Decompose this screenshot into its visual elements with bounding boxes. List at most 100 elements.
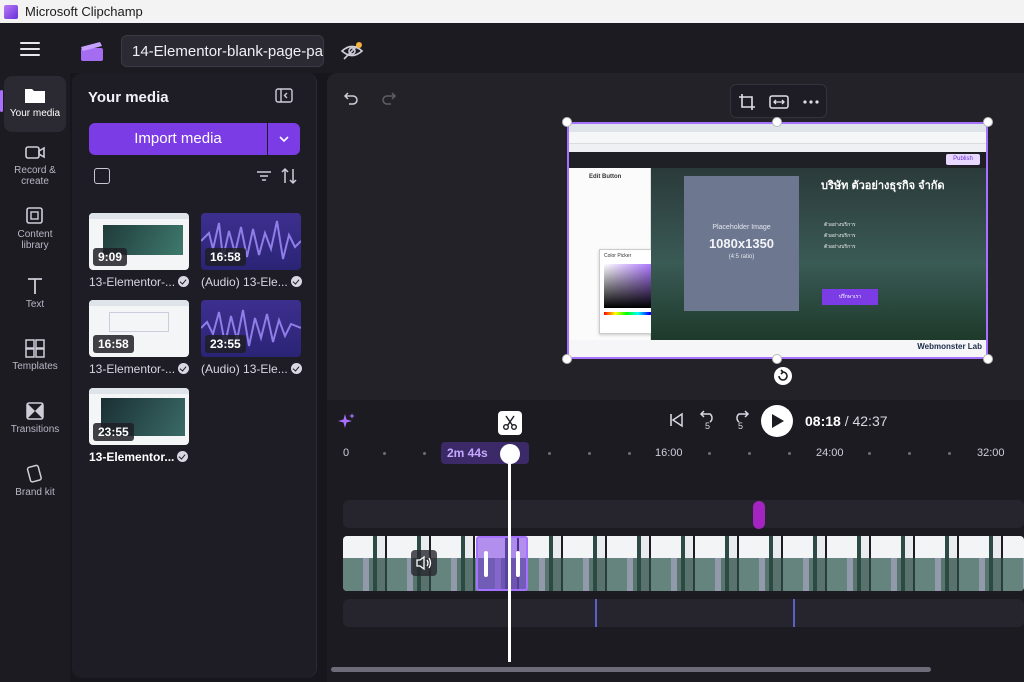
crop-icon[interactable] — [738, 93, 756, 111]
rotate-icon[interactable] — [773, 366, 793, 386]
templates-icon — [25, 339, 45, 358]
rewind-5-button[interactable]: 5 — [698, 409, 718, 431]
publish-button: Publish — [946, 154, 980, 165]
placeholder-title: Placeholder Image — [712, 224, 771, 231]
rail-item-content-library[interactable]: Content library — [4, 206, 66, 251]
video-canvas[interactable]: Publish Edit Button Color Picker Placeho… — [567, 122, 988, 359]
checkmark-icon — [178, 363, 190, 374]
project-name-field[interactable]: 14-Elementor-blank-page-pa — [121, 35, 324, 67]
import-media-button[interactable]: Import media — [89, 123, 267, 155]
playhead-time: 2m 44s — [447, 446, 488, 460]
resize-handle[interactable] — [983, 117, 993, 127]
media-thumbnail-video[interactable]: 16:58 — [89, 300, 189, 357]
rewind-seconds: 5 — [705, 421, 711, 431]
total-time: / 42:37 — [844, 413, 888, 429]
trim-handle-right[interactable] — [516, 551, 520, 577]
overlay-track[interactable] — [343, 500, 1024, 528]
media-duration: 16:58 — [93, 335, 134, 353]
sparkle-icon[interactable] — [338, 412, 356, 430]
timeline-scrollbar[interactable] — [331, 667, 931, 672]
rail-label: Record & create — [14, 165, 56, 187]
rail-item-your-media[interactable]: Your media — [4, 76, 66, 132]
thai-list-item: ตัวอย่างบริการ — [824, 222, 856, 228]
undo-icon[interactable] — [343, 90, 359, 106]
sort-icon[interactable] — [279, 166, 299, 186]
timeline-marker[interactable] — [753, 501, 765, 529]
ruler-dot — [948, 452, 951, 455]
ruler-dot — [588, 452, 591, 455]
select-all-checkbox[interactable] — [94, 168, 110, 184]
chevron-down-icon — [279, 136, 289, 143]
current-time: 08:18 — [805, 413, 841, 429]
speaker-icon — [416, 555, 432, 571]
checkmark-icon — [177, 451, 189, 462]
audio-track[interactable] — [343, 599, 1024, 627]
rail-label: Text — [25, 299, 45, 310]
brand-label: Webmonster Lab — [917, 342, 982, 351]
audio-marker — [595, 599, 597, 627]
rail-label: Templates — [12, 361, 58, 372]
more-options-icon[interactable] — [803, 93, 819, 111]
forward-5-button[interactable]: 5 — [731, 409, 751, 431]
collapse-panel-icon[interactable] — [275, 87, 293, 105]
library-icon — [26, 207, 43, 224]
text-icon — [28, 278, 42, 294]
window-title: Microsoft Clipchamp — [25, 4, 143, 19]
hide-premium-icon[interactable] — [340, 41, 364, 61]
playhead-line[interactable] — [508, 450, 511, 662]
redo-icon[interactable] — [381, 90, 397, 106]
media-panel-title: Your media — [88, 89, 169, 106]
media-thumbnail-audio[interactable]: 16:58 — [201, 213, 301, 270]
play-button[interactable] — [761, 405, 793, 437]
import-dropdown-button[interactable] — [268, 123, 300, 155]
bookmarks-bar — [569, 144, 986, 152]
skip-to-start-icon[interactable] — [668, 412, 684, 428]
rail-label: Content library — [17, 229, 53, 251]
hamburger-menu-icon[interactable] — [20, 42, 40, 58]
split-button[interactable] — [498, 411, 522, 435]
thai-list-item: ตัวอย่างบริการ — [824, 244, 856, 250]
media-item-label: (Audio) 13-Ele... — [201, 362, 302, 376]
rail-label: Brand kit — [15, 487, 55, 498]
media-thumbnail-video[interactable]: 9:09 — [89, 213, 189, 270]
resize-handle[interactable] — [562, 117, 572, 127]
video-track[interactable] — [343, 536, 1024, 591]
checkmark-icon — [290, 363, 302, 374]
edit-panel-title: Edit Button — [589, 174, 622, 180]
media-duration: 9:09 — [93, 248, 128, 266]
media-duration: 23:55 — [93, 423, 134, 441]
trim-handle-left[interactable] — [484, 551, 488, 577]
rail-label: Transitions — [10, 424, 60, 435]
rail-item-transitions[interactable]: Transitions — [4, 401, 66, 435]
fit-icon[interactable] — [769, 93, 789, 111]
rail-item-record-create[interactable]: Record & create — [4, 142, 66, 187]
title-bar: Microsoft Clipchamp — [0, 0, 1024, 23]
ruler-dot — [548, 452, 551, 455]
time-display: 08:18 / 42:37 — [805, 413, 888, 429]
play-icon — [772, 414, 784, 428]
editor-topbar: Publish — [569, 152, 986, 168]
ruler-dot — [383, 452, 386, 455]
rail-item-text[interactable]: Text — [4, 276, 66, 310]
thai-heading: บริษัท ตัวอย่างธุรกิจ จำกัด — [821, 180, 945, 192]
filter-icon[interactable] — [255, 168, 273, 184]
folder-icon — [25, 89, 45, 103]
resize-handle[interactable] — [772, 354, 782, 364]
ruler-label: 0 — [343, 447, 350, 459]
clip-audio-button[interactable] — [411, 550, 437, 576]
checkmark-icon — [290, 276, 302, 287]
media-duration: 23:55 — [205, 335, 246, 353]
ruler-dot — [788, 452, 791, 455]
playhead-knob[interactable] — [500, 444, 520, 464]
media-item-label: 13-Elementor-... — [89, 362, 190, 376]
resize-handle[interactable] — [983, 354, 993, 364]
rail-item-brand-kit[interactable]: Brand kit — [4, 464, 66, 498]
resize-handle[interactable] — [772, 117, 782, 127]
selected-clip[interactable] — [476, 536, 528, 591]
resize-handle[interactable] — [562, 354, 572, 364]
ruler-label: 32:00 — [977, 447, 1005, 459]
media-thumbnail-audio[interactable]: 23:55 — [201, 300, 301, 357]
rail-item-templates[interactable]: Templates — [4, 338, 66, 372]
ruler-label: 24:00 — [816, 447, 844, 459]
media-thumbnail-video[interactable]: 23:55 — [89, 388, 189, 445]
